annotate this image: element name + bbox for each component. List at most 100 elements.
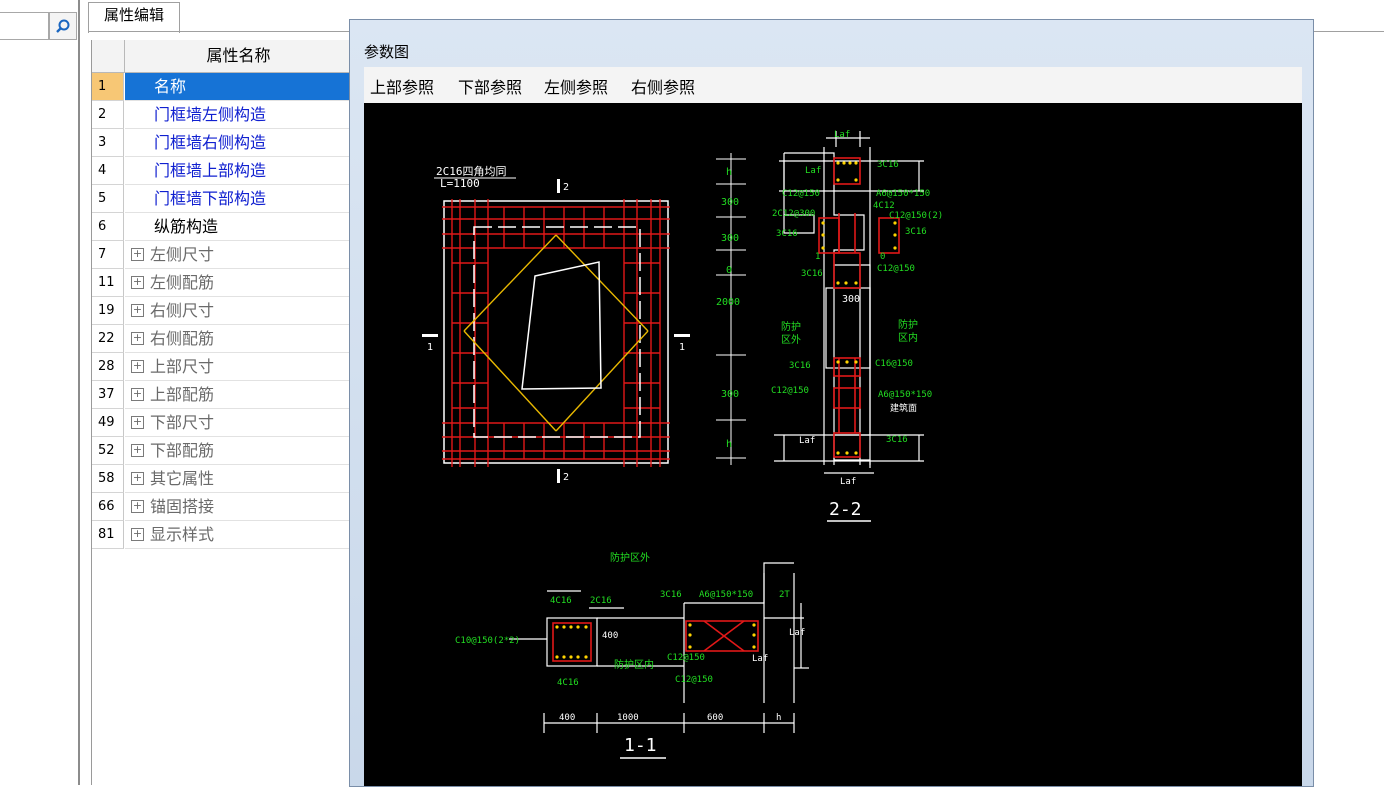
menu-item-bottom-reference[interactable]: 下部参照 bbox=[458, 74, 522, 98]
dim-1000: 1000 bbox=[617, 713, 639, 723]
label-400-vertical: 400 bbox=[602, 631, 618, 641]
label-300-mid: 300 bbox=[842, 294, 860, 305]
label-c12-150-e: C12@150 bbox=[675, 675, 713, 685]
search-button[interactable] bbox=[49, 12, 77, 40]
dim-300-a: 300 bbox=[721, 197, 739, 208]
menu-item-left-reference[interactable]: 左侧参照 bbox=[544, 74, 608, 98]
parameter-drawing-canvas[interactable]: 2C16四角均同 L=1100 2 2 1 1 h 300 300 0 2000… bbox=[364, 103, 1302, 786]
label-3c16-bottom: 3C16 bbox=[886, 435, 908, 445]
dim-h: h bbox=[776, 713, 781, 723]
label-3c16-right: 3C16 bbox=[905, 227, 927, 237]
label-4c16-top: 4C16 bbox=[550, 596, 572, 606]
expand-icon[interactable]: + bbox=[131, 248, 144, 261]
label-c12-150-a: C12@150 bbox=[782, 189, 820, 199]
cut-label-1-left: 1 bbox=[427, 342, 433, 353]
label-3c16-section: 3C16 bbox=[660, 590, 682, 600]
section-title-2-2: 2-2 bbox=[829, 499, 862, 520]
section-title-1-1: 1-1 bbox=[624, 735, 657, 756]
expand-icon[interactable]: + bbox=[131, 388, 144, 401]
menu-item-top-reference[interactable]: 上部参照 bbox=[370, 74, 434, 98]
label-3c16-mid: 3C16 bbox=[801, 269, 823, 279]
label-protect-inside: 防护区内 bbox=[614, 658, 654, 671]
table-row[interactable]: 1 名称 bbox=[92, 73, 352, 101]
dim-600: 600 bbox=[707, 713, 723, 723]
label-protect-in-2: 区内 bbox=[898, 331, 918, 344]
label-protect-out-1: 防护 bbox=[781, 320, 801, 333]
panel-divider[interactable] bbox=[78, 0, 80, 785]
grid-corner bbox=[92, 40, 125, 72]
label-a6-150-a: A6@150*150 bbox=[876, 189, 930, 199]
label-protect-out-2: 区外 bbox=[781, 334, 801, 346]
label-laf-center: Laf bbox=[752, 654, 768, 664]
label-c16-150: C16@150 bbox=[875, 359, 913, 369]
label-2c12-300: 2C12@300 bbox=[772, 209, 815, 219]
expand-icon[interactable]: + bbox=[131, 276, 144, 289]
table-row[interactable]: 28 + 上部尺寸 bbox=[92, 353, 352, 381]
label-a6-150-b: A6@150*150 bbox=[878, 390, 932, 400]
menu-item-right-reference[interactable]: 右侧参照 bbox=[631, 74, 695, 98]
search-icon bbox=[56, 19, 70, 33]
label-laf-bottom: Laf bbox=[840, 477, 856, 487]
cut-label-2-top: 2 bbox=[563, 182, 569, 193]
label-0: 0 bbox=[880, 252, 885, 262]
parameter-figure-dialog: 参数图 上部参照 下部参照 左侧参照 右侧参照 2C16四角均同 L=1100 bbox=[349, 19, 1314, 787]
table-row[interactable]: 81 + 显示样式 bbox=[92, 521, 352, 549]
dialog-title[interactable]: 参数图 bbox=[364, 41, 409, 62]
expand-icon[interactable]: + bbox=[131, 416, 144, 429]
table-row[interactable]: 2 门框墙左侧构造 bbox=[92, 101, 352, 129]
dim-0: 0 bbox=[726, 265, 732, 276]
table-row[interactable]: 58 + 其它属性 bbox=[92, 465, 352, 493]
table-row[interactable]: 37 + 上部配筋 bbox=[92, 381, 352, 409]
expand-icon[interactable]: + bbox=[131, 304, 144, 317]
expand-icon[interactable]: + bbox=[131, 444, 144, 457]
dim-300-c: 300 bbox=[721, 389, 739, 400]
elevation-view: 2C16四角均同 L=1100 2 2 1 1 bbox=[422, 165, 690, 483]
search-input[interactable] bbox=[0, 12, 49, 40]
label-protect-in-1: 防护 bbox=[898, 318, 918, 331]
table-row[interactable]: 22 + 右侧配筋 bbox=[92, 325, 352, 353]
label-laf-top: Laf bbox=[834, 130, 850, 140]
cut-label-1-right: 1 bbox=[679, 342, 685, 353]
table-row[interactable]: 11 + 左侧配筋 bbox=[92, 269, 352, 297]
table-row[interactable]: 52 + 下部配筋 bbox=[92, 437, 352, 465]
label-a6-150-section: A6@150*150 bbox=[699, 590, 753, 600]
cad-drawing: 2C16四角均同 L=1100 2 2 1 1 h 300 300 0 2000… bbox=[422, 130, 943, 759]
dim-h-top: h bbox=[726, 167, 732, 178]
property-grid: 属性名称 1 名称 2 门框墙左侧构造 3 门框墙右侧构造 4 门框墙上部构造 … bbox=[91, 40, 352, 785]
table-row[interactable]: 49 + 下部尺寸 bbox=[92, 409, 352, 437]
elevation-note-length: L=1100 bbox=[440, 177, 480, 190]
dialog-menubar: 上部参照 下部参照 左侧参照 右侧参照 bbox=[364, 67, 1302, 103]
label-4c16-bottom: 4C16 bbox=[557, 678, 579, 688]
label-c12-150-c: C12@150 bbox=[771, 386, 809, 396]
column-header-name[interactable]: 属性名称 bbox=[125, 40, 352, 72]
table-row[interactable]: 5 门框墙下部构造 bbox=[92, 185, 352, 213]
expand-icon[interactable]: + bbox=[131, 472, 144, 485]
table-row[interactable]: 6 纵筋构造 bbox=[92, 213, 352, 241]
cut-label-2-bottom: 2 bbox=[563, 472, 569, 483]
label-2t: 2T bbox=[779, 590, 790, 600]
label-protect-outside: 防护区外 bbox=[610, 551, 650, 564]
expand-icon[interactable]: + bbox=[131, 500, 144, 513]
expand-icon[interactable]: + bbox=[131, 332, 144, 345]
expand-icon[interactable]: + bbox=[131, 528, 144, 541]
dim-h-bottom: h bbox=[726, 439, 732, 450]
table-row[interactable]: 4 门框墙上部构造 bbox=[92, 157, 352, 185]
table-row[interactable]: 66 + 锚固搭接 bbox=[92, 493, 352, 521]
label-3c16-left: 3C16 bbox=[776, 229, 798, 239]
dim-300-b: 300 bbox=[721, 233, 739, 244]
label-c12-150-b: C12@150 bbox=[877, 264, 915, 274]
table-row[interactable]: 3 门框墙右侧构造 bbox=[92, 129, 352, 157]
label-c12-150-d: C12@150 bbox=[667, 653, 705, 663]
dim-2000: 2000 bbox=[716, 297, 740, 308]
label-2c16: 2C16 bbox=[590, 596, 612, 606]
table-row[interactable]: 19 + 右侧尺寸 bbox=[92, 297, 352, 325]
table-row[interactable]: 7 + 左侧尺寸 bbox=[92, 241, 352, 269]
label-3c16-top: 3C16 bbox=[877, 160, 899, 170]
section-2-2: h 300 300 0 2000 300 h Laf Laf 3C16 C12@… bbox=[716, 130, 943, 522]
label-laf-bottom-left: Laf bbox=[799, 436, 815, 446]
label-3c16-lower: 3C16 bbox=[789, 361, 811, 371]
section-1-1: 防护区外 4C16 2C16 3C16 A6@150*150 2T C10@15… bbox=[455, 551, 809, 759]
expand-icon[interactable]: + bbox=[131, 360, 144, 373]
tab-property-edit[interactable]: 属性编辑 bbox=[88, 2, 180, 33]
label-laf-right: Laf bbox=[789, 628, 805, 638]
